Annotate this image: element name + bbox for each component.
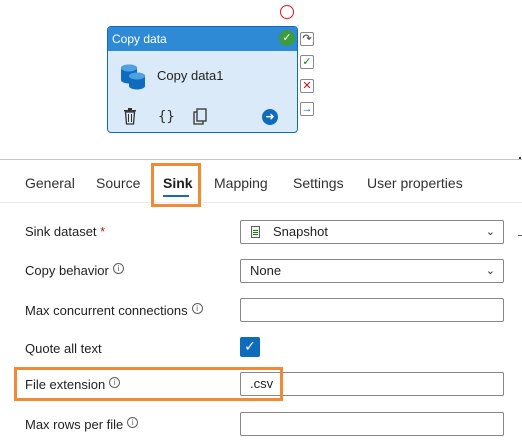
activity-header: Copy data ✓ <box>108 27 297 51</box>
delete-icon[interactable] <box>123 108 137 125</box>
file-extension-highlight <box>14 367 283 401</box>
tab-general[interactable]: General <box>25 175 75 191</box>
max-concurrent-connections-input[interactable] <box>240 298 504 322</box>
tab-source[interactable]: Source <box>96 175 140 191</box>
copy-data-activity[interactable]: Copy data ✓ Copy data1 {} ➜ <box>107 26 298 133</box>
activity-type-label: Copy data <box>112 32 167 46</box>
copy-behavior-label: Copy behavior i <box>25 263 124 278</box>
copy-behavior-dropdown[interactable]: None ⌄ <box>240 259 504 283</box>
code-braces-icon[interactable]: {} <box>158 108 175 126</box>
max-rows-per-file-input[interactable] <box>240 412 504 436</box>
go-arrow-icon[interactable]: ➜ <box>262 109 278 125</box>
on-failure-x-icon[interactable]: ✕ <box>300 79 314 93</box>
tab-settings[interactable]: Settings <box>293 175 344 191</box>
max-rows-per-file-label: Max rows per file i <box>25 417 139 432</box>
database-icon <box>121 64 145 90</box>
quote-all-text-label: Quote all text <box>25 341 102 356</box>
tab-mapping[interactable]: Mapping <box>214 175 268 191</box>
info-icon[interactable]: i <box>191 303 203 314</box>
sink-dataset-value: Snapshot <box>273 224 328 239</box>
error-indicator-circle <box>280 5 294 19</box>
required-marker: * <box>100 224 106 239</box>
quote-all-text-checkbox[interactable]: ✓ <box>240 337 260 357</box>
properties-tabs: General Source Sink Mapping Settings Use… <box>0 160 522 202</box>
max-concurrent-connections-label: Max concurrent connections i <box>25 303 203 318</box>
chevron-down-icon: ⌄ <box>485 225 495 238</box>
info-icon[interactable]: i <box>127 417 139 428</box>
success-check-icon: ✓ <box>279 30 295 46</box>
pipeline-canvas[interactable]: Copy data ✓ Copy data1 {} ➜ ↷ ✓ ✕ → <box>0 0 522 159</box>
dataset-icon <box>251 226 260 238</box>
on-completion-arrow-icon[interactable]: → <box>300 102 314 116</box>
tab-user-properties[interactable]: User properties <box>367 175 463 191</box>
tabs-divider <box>0 202 522 203</box>
skip-arrow-icon[interactable]: ↷ <box>300 32 314 46</box>
sink-dataset-label: Sink dataset * <box>25 224 106 239</box>
sink-tab-highlight <box>151 163 201 207</box>
panel-edge-mark <box>518 235 522 236</box>
sink-dataset-dropdown[interactable]: Snapshot ⌄ <box>240 220 504 244</box>
copy-icon[interactable] <box>193 108 207 125</box>
copy-behavior-value: None <box>250 263 282 278</box>
on-success-check-icon[interactable]: ✓ <box>300 55 314 69</box>
info-icon[interactable]: i <box>112 263 124 274</box>
chevron-down-icon: ⌄ <box>485 264 495 277</box>
activity-name: Copy data1 <box>157 68 224 83</box>
